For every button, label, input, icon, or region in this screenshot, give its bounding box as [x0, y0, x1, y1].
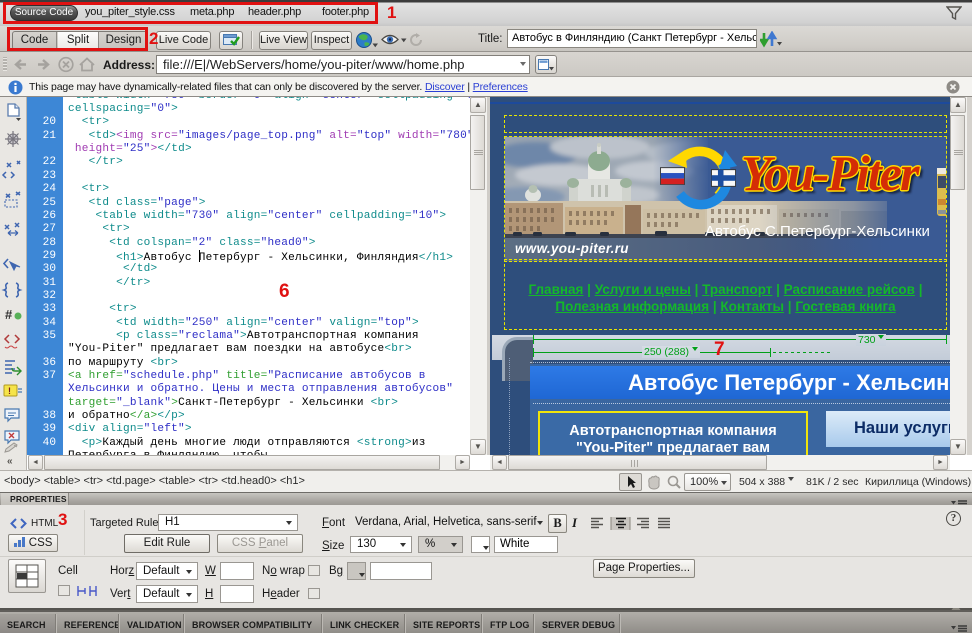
- svg-text:#: #: [5, 307, 13, 322]
- svg-text:!: !: [8, 386, 11, 396]
